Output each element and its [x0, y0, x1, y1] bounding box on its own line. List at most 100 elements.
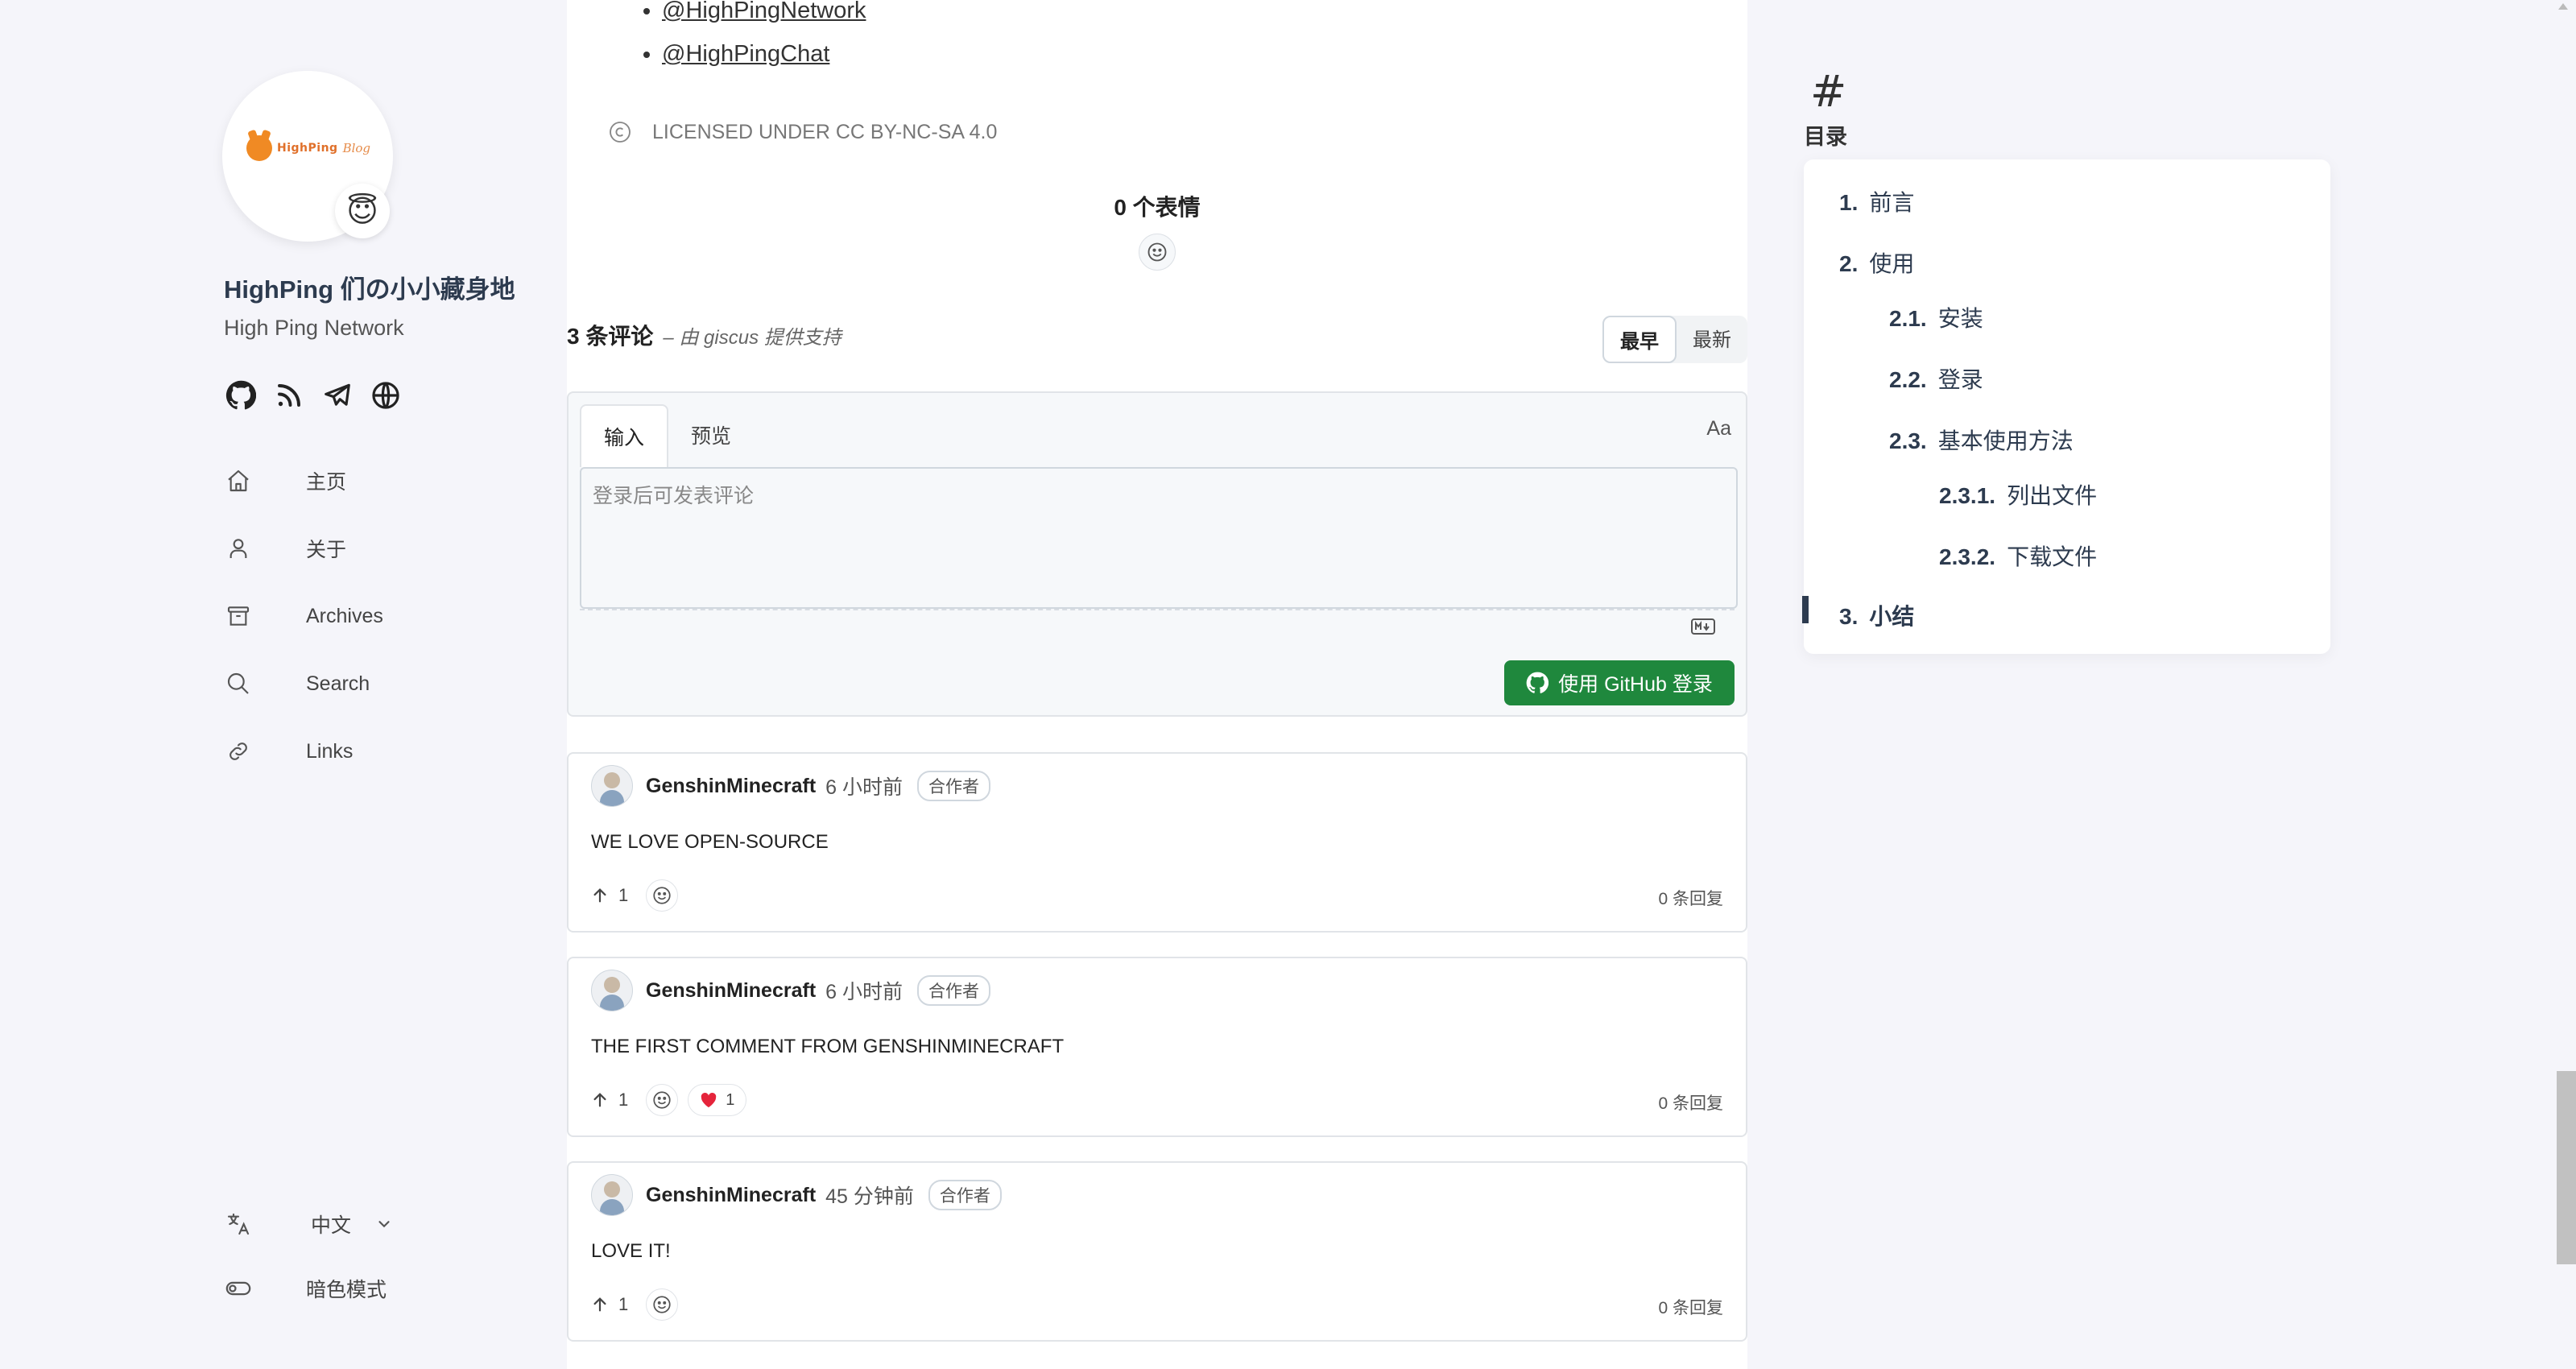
collaborator-badge: 合作者: [928, 1180, 1002, 1210]
dark-mode-toggle[interactable]: 暗色模式: [222, 1256, 393, 1321]
toc-num: 1.: [1839, 190, 1859, 215]
toc-num: 3.: [1839, 604, 1859, 629]
avatar[interactable]: [591, 765, 633, 807]
toc-item[interactable]: 2.2. 登录: [1889, 362, 1983, 395]
toc-label: 使用: [1869, 251, 1915, 276]
logo-blog-text: Blog: [342, 141, 371, 155]
add-reaction-button[interactable]: [1139, 234, 1176, 271]
site-avatar[interactable]: HighPing Blog 😇: [222, 71, 393, 242]
scroll-up-arrow-icon[interactable]: [2558, 3, 2568, 10]
collaborator-badge: 合作者: [917, 975, 991, 1006]
main-content: @HighPingNetwork @HighPingChat LICENSED …: [567, 0, 1747, 1369]
upvote-count: 1: [618, 1294, 629, 1314]
toc-item[interactable]: 2.1. 安装: [1889, 301, 1983, 333]
comment-author[interactable]: GenshinMinecraft: [646, 979, 816, 1003]
comment-author[interactable]: GenshinMinecraft: [646, 1184, 816, 1207]
archive-icon: [222, 600, 254, 632]
menu-item-archives[interactable]: Archives: [222, 582, 383, 650]
reply-count: 0 条回复: [1658, 1299, 1723, 1317]
social-links: [224, 378, 403, 412]
toc-label: 安装: [1937, 306, 1983, 331]
arrow-up-icon: [593, 888, 606, 903]
sort-newest-button[interactable]: 最新: [1677, 316, 1747, 363]
powered-by[interactable]: – 由 giscus 提供支持: [663, 321, 841, 349]
comment-time[interactable]: 45 分钟前: [825, 1181, 914, 1210]
toc-num: 2.3.2.: [1939, 544, 1996, 569]
toggle-icon: [222, 1272, 254, 1305]
heart-reaction-button[interactable]: 1: [688, 1084, 747, 1116]
reactions-section: 0 个表情: [567, 190, 1747, 271]
comment-header: GenshinMinecraft 6 小时前 合作者: [591, 970, 991, 1011]
sort-toggle: 最早 最新: [1602, 316, 1747, 363]
sort-oldest-button[interactable]: 最早: [1602, 316, 1677, 363]
emoji-badge-icon: 😇: [335, 184, 390, 238]
toc-item[interactable]: 2.3.2. 下载文件: [1939, 540, 2097, 572]
home-icon: [222, 465, 254, 497]
menu-item-search[interactable]: Search: [222, 650, 383, 718]
upvote-count: 1: [618, 885, 629, 905]
toc-num: 2.: [1839, 251, 1859, 276]
menu-label: 关于: [306, 539, 347, 561]
site-title[interactable]: HighPing 们の小小藏身地: [224, 269, 515, 305]
toc-item[interactable]: 2.3. 基本使用方法: [1889, 424, 2074, 456]
toc-item[interactable]: 1. 前言: [1839, 185, 1914, 217]
telegram-icon[interactable]: [320, 378, 354, 412]
github-login-button[interactable]: 使用 GitHub 登录: [1504, 660, 1735, 705]
comment-time[interactable]: 6 小时前: [825, 771, 903, 800]
reply-count: 0 条回复: [1658, 890, 1723, 908]
comment-textarea[interactable]: 登录后可发表评论: [580, 467, 1738, 609]
menu-label: 主页: [306, 471, 347, 494]
menu-item-about[interactable]: 关于: [222, 515, 383, 582]
link-icon: [222, 735, 254, 767]
toc-label: 小结: [1869, 604, 1915, 629]
add-reaction-button[interactable]: [646, 1288, 679, 1321]
comment-author[interactable]: GenshinMinecraft: [646, 775, 816, 798]
language-selector[interactable]: 中文: [222, 1192, 393, 1256]
comment-time[interactable]: 6 小时前: [825, 976, 903, 1005]
comments-header: 3 条评论 – 由 giscus 提供支持: [567, 319, 841, 351]
comment-footer: 1: [591, 1288, 679, 1321]
hash-icon: #: [1810, 66, 1847, 117]
toc-item[interactable]: 2. 使用: [1839, 246, 1914, 279]
github-icon: [1526, 672, 1549, 693]
menu-item-home[interactable]: 主页: [222, 447, 383, 515]
upvote-count: 1: [618, 1090, 629, 1110]
comment-card: GenshinMinecraft 45 分钟前 合作者 LOVE IT! 1 0…: [567, 1161, 1747, 1342]
github-icon[interactable]: [224, 378, 258, 412]
comment-body: WE LOVE OPEN-SOURCE: [591, 831, 829, 853]
menu-label: Search: [306, 672, 370, 695]
editor-divider: [580, 609, 1735, 610]
link-highping-chat[interactable]: @HighPingChat: [662, 32, 866, 76]
toc-num: 2.1.: [1889, 306, 1927, 331]
upvote-button[interactable]: 1: [591, 885, 628, 906]
toc-item[interactable]: 2.3.1. 列出文件: [1939, 478, 2097, 511]
comment-footer: 1 1: [591, 1084, 747, 1116]
rss-icon[interactable]: [272, 378, 306, 412]
tab-input[interactable]: 输入: [580, 404, 669, 467]
collaborator-badge: 合作者: [917, 771, 991, 801]
add-reaction-button[interactable]: [646, 1084, 679, 1116]
language-dropdown[interactable]: 中文: [306, 1210, 393, 1239]
add-reaction-button[interactable]: [646, 879, 679, 912]
smiley-icon: [653, 1091, 671, 1109]
comment-body: LOVE IT!: [591, 1240, 671, 1262]
toc-item-active[interactable]: 3. 小结: [1839, 599, 1914, 631]
globe-icon[interactable]: [369, 378, 403, 412]
comment-header: GenshinMinecraft 45 分钟前 合作者: [591, 1174, 1002, 1216]
upvote-button[interactable]: 1: [591, 1090, 628, 1111]
table-of-contents: 1. 前言 2. 使用 2.1. 安装 2.2. 登录 2.3. 基本使用方法 2.3.1…: [1802, 159, 2330, 654]
main-menu: 主页 关于 Archives Search Links: [222, 447, 383, 785]
upvote-button[interactable]: 1: [591, 1294, 628, 1315]
toc-num: 2.3.: [1889, 428, 1927, 453]
comment-body: THE FIRST COMMENT FROM GENSHINMINECRAFT: [591, 1036, 1065, 1057]
toc-label: 基本使用方法: [1937, 428, 2074, 453]
license-text[interactable]: LICENSED UNDER CC BY-NC-SA 4.0: [652, 121, 997, 144]
format-text-button[interactable]: Aa: [1706, 417, 1731, 440]
link-highping-network[interactable]: @HighPingNetwork: [662, 0, 866, 32]
avatar[interactable]: [591, 970, 633, 1011]
user-icon: [222, 532, 254, 565]
scrollbar-thumb[interactable]: [2557, 1071, 2576, 1264]
tab-preview[interactable]: 预览: [668, 404, 754, 467]
avatar[interactable]: [591, 1174, 633, 1216]
menu-item-links[interactable]: Links: [222, 718, 383, 785]
